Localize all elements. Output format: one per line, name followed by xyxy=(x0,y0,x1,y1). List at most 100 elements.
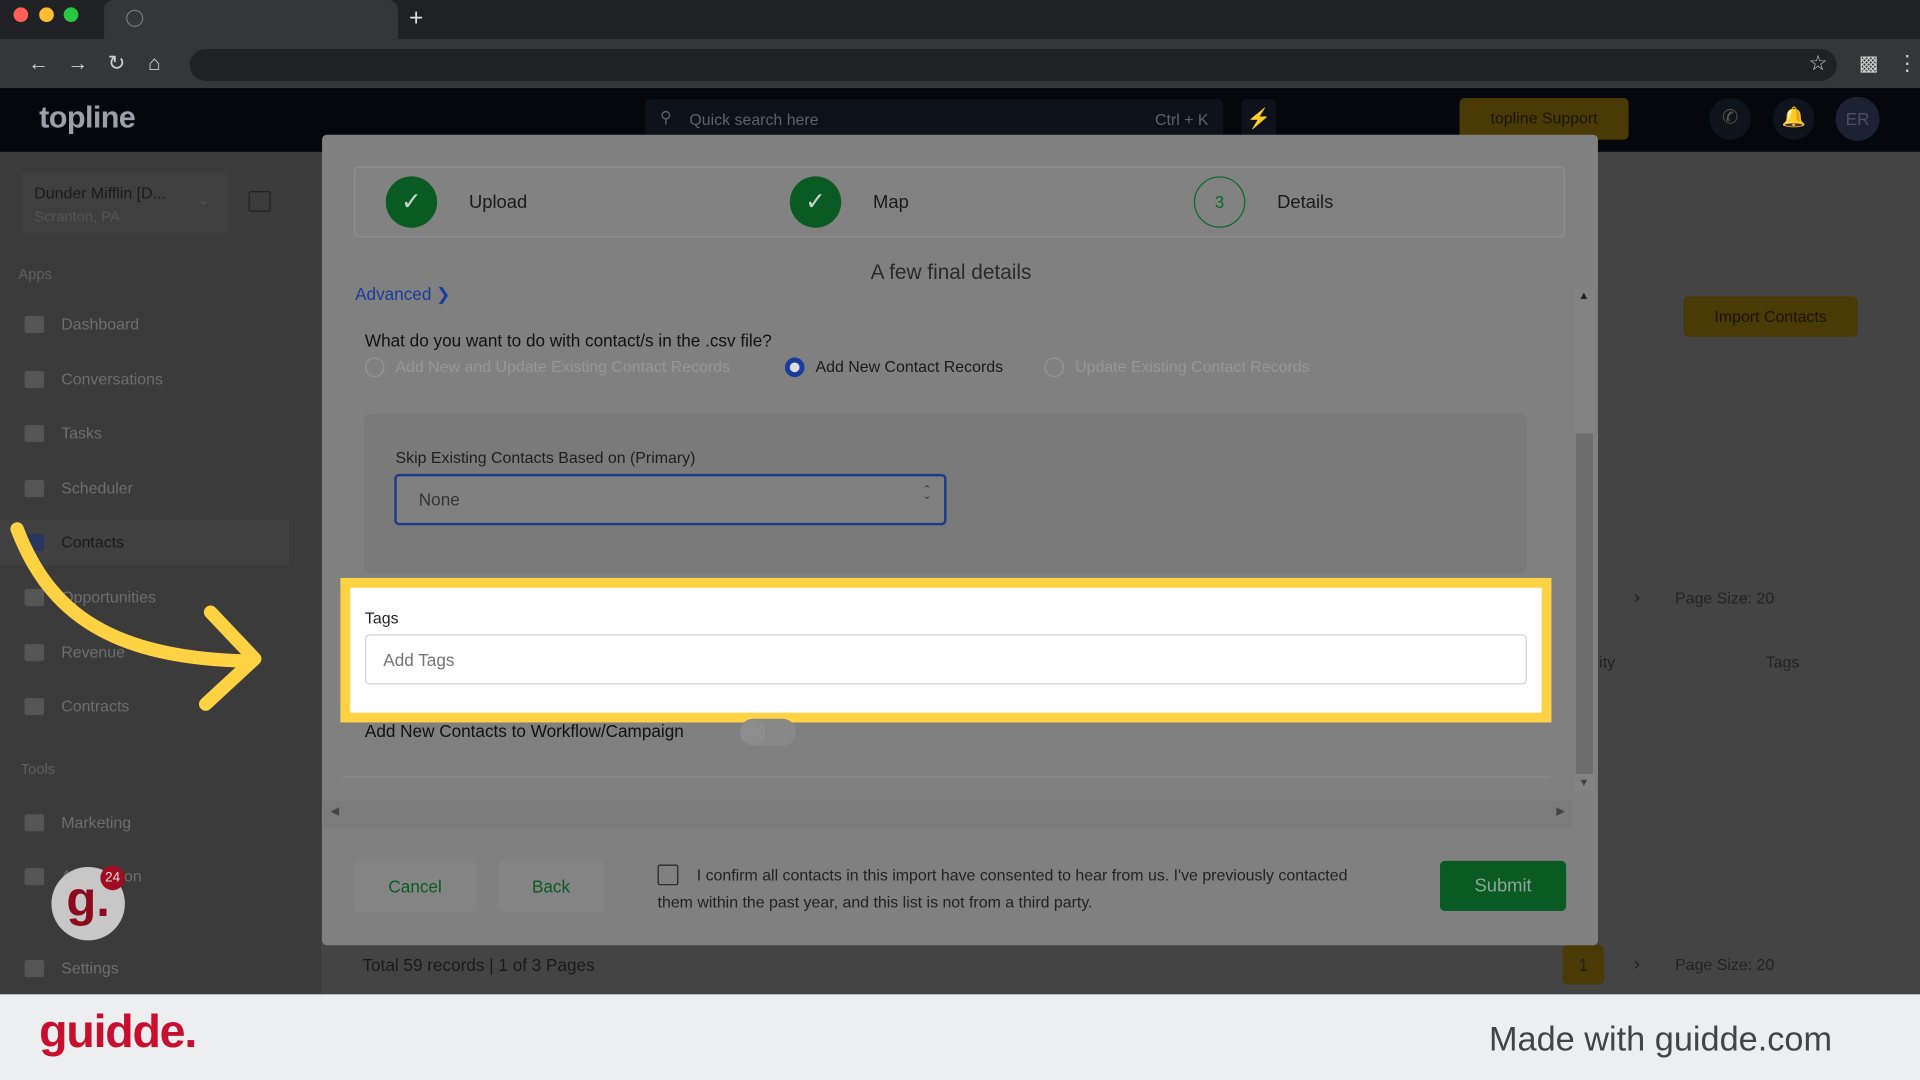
workflow-toggle[interactable] xyxy=(739,718,796,746)
reload-icon[interactable]: ↻ xyxy=(108,51,125,75)
step-upload: Upload xyxy=(468,192,528,214)
skip-select[interactable]: None ˆ ˇ xyxy=(394,473,947,526)
page-1-button[interactable]: 1 xyxy=(1562,945,1605,985)
import-action-question: What do you want to do with contact/s in… xyxy=(364,330,772,351)
advanced-link[interactable]: Advanced ❯ xyxy=(355,284,450,305)
dashboard-icon xyxy=(24,315,45,333)
scroll-left-icon[interactable]: ◀ xyxy=(331,804,339,817)
scroll-down-icon[interactable]: ▼ xyxy=(1578,776,1589,788)
automation-icon xyxy=(24,867,45,885)
column-header-city: ity xyxy=(1599,652,1616,672)
modal-title: A few final details xyxy=(870,260,1032,285)
option-update-existing-label: Update Existing Contact Records xyxy=(1075,357,1310,376)
option-add-new-label: Add New Contact Records xyxy=(815,357,1004,376)
scroll-up-icon[interactable]: ▲ xyxy=(1578,289,1589,301)
tools-heading: Tools xyxy=(20,760,56,778)
horizontal-scrollbar[interactable]: ◀ ▶ xyxy=(323,800,1573,828)
select-arrows-icon: ˆˇ xyxy=(924,482,930,511)
pointer-arrow-icon xyxy=(10,522,262,711)
maximize-window-button[interactable] xyxy=(63,7,79,23)
page-count: 1 of 3 Pages xyxy=(498,955,595,975)
close-window-button[interactable] xyxy=(13,7,29,23)
chevron-down-icon: ⌄ xyxy=(197,191,210,209)
minimize-window-button[interactable] xyxy=(39,7,54,23)
made-with-text: Made with guidde.com xyxy=(1488,1020,1833,1058)
next-page-icon[interactable]: › xyxy=(1633,588,1640,610)
topline-logo: topline xyxy=(39,100,136,135)
tags-input[interactable] xyxy=(364,634,1527,685)
chat-icon xyxy=(24,370,45,388)
quick-search-input[interactable]: Quick search here ⚲ Ctrl + K xyxy=(645,99,1224,140)
megaphone-icon xyxy=(24,813,45,831)
skip-select-value: None xyxy=(418,489,460,510)
radio-add-new[interactable] xyxy=(784,357,805,378)
tasks-icon xyxy=(24,424,45,442)
back-button[interactable]: Back xyxy=(498,860,604,913)
lightning-icon[interactable]: ⚡ xyxy=(1241,99,1276,140)
sidebar-item-settings[interactable]: Settings xyxy=(24,958,119,978)
browser-tab[interactable] xyxy=(104,0,398,40)
support-button[interactable]: topline Support xyxy=(1459,97,1629,140)
account-location: Scranton, PA xyxy=(34,208,120,226)
url-field[interactable] xyxy=(189,48,1837,81)
skip-label: Skip Existing Contacts Based on (Primary… xyxy=(395,448,696,467)
back-icon[interactable]: ← xyxy=(28,51,49,75)
chevron-right-icon: ❯ xyxy=(436,284,451,304)
step-map-check-icon: ✓ xyxy=(789,176,842,228)
forward-icon[interactable]: → xyxy=(67,51,88,75)
avatar[interactable]: ER xyxy=(1835,96,1880,141)
sidebar-item-conversations[interactable]: Conversations xyxy=(24,370,163,388)
column-header-tags: Tags xyxy=(1765,652,1800,672)
extensions-icon[interactable]: ▩ xyxy=(1859,51,1879,75)
sidebar-item-label: Scheduler xyxy=(61,478,133,498)
sidebar-item-scheduler[interactable]: Scheduler xyxy=(24,478,133,498)
vertical-scrollbar[interactable]: ▲ ▼ xyxy=(1574,288,1595,792)
notification-bell-icon[interactable]: 🔔 xyxy=(1773,97,1815,140)
import-contacts-button[interactable]: Import Contacts xyxy=(1683,296,1858,337)
submit-button[interactable]: Submit xyxy=(1440,860,1567,912)
tags-label: Tags xyxy=(364,608,399,627)
sidebar-item-label: Marketing xyxy=(61,813,132,832)
records-summary: Total 59 records | 1 of 3 Pages xyxy=(362,955,595,975)
sidebar-toggle-icon[interactable] xyxy=(248,191,271,212)
scroll-right-icon[interactable]: ▶ xyxy=(1556,804,1564,817)
advanced-label: Advanced xyxy=(355,284,432,304)
globe-icon xyxy=(126,9,144,27)
page-size-select[interactable]: Page Size: 20 xyxy=(1675,589,1774,607)
gear-icon xyxy=(24,959,45,977)
account-name: Dunder Mifflin [D... xyxy=(34,183,166,203)
radio-update-existing[interactable] xyxy=(1044,357,1065,378)
apps-heading: Apps xyxy=(18,265,52,283)
radio-add-and-update[interactable] xyxy=(364,357,385,378)
search-icon: ⚲ xyxy=(660,107,672,127)
cancel-button[interactable]: Cancel xyxy=(353,860,477,913)
phone-icon[interactable]: ✆ xyxy=(1709,97,1752,140)
option-add-and-update-label: Add New and Update Existing Contact Reco… xyxy=(395,357,730,376)
search-placeholder: Quick search here xyxy=(689,110,819,129)
step-upload-check-icon: ✓ xyxy=(385,176,438,228)
home-icon[interactable]: ⌂ xyxy=(148,51,161,75)
new-tab-button[interactable]: + xyxy=(409,5,423,33)
sidebar-item-label: Conversations xyxy=(61,369,163,389)
total-records: Total 59 records xyxy=(362,955,485,975)
sidebar-item-label: Dashboard xyxy=(61,314,140,334)
calendar-icon xyxy=(24,479,45,497)
consent-text: I confirm all contacts in this import ha… xyxy=(657,865,1348,912)
sidebar-item-dashboard[interactable]: Dashboard xyxy=(24,315,139,333)
sidebar-item-marketing[interactable]: Marketing xyxy=(24,813,131,831)
next-page-icon[interactable]: › xyxy=(1633,954,1640,976)
workflow-label: Add New Contacts to Workflow/Campaign xyxy=(364,721,684,741)
bookmark-star-icon[interactable]: ☆ xyxy=(1809,51,1828,75)
sidebar-item-tasks[interactable]: Tasks xyxy=(24,424,102,442)
scrollbar-thumb[interactable] xyxy=(1575,433,1594,774)
stepper xyxy=(353,166,1565,238)
page-size-select[interactable]: Page Size: 20 xyxy=(1675,955,1774,973)
step-map: Map xyxy=(873,192,909,214)
section-divider xyxy=(342,776,1551,778)
sidebar-item-label: Settings xyxy=(61,958,119,978)
step-details-number: 3 xyxy=(1193,176,1246,228)
browser-menu-icon[interactable]: ⋮ xyxy=(1897,51,1918,75)
toggle-knob xyxy=(740,720,766,745)
step-details: Details xyxy=(1277,192,1334,214)
account-switcher[interactable]: Dunder Mifflin [D... Scranton, PA ⌄ xyxy=(22,171,228,236)
